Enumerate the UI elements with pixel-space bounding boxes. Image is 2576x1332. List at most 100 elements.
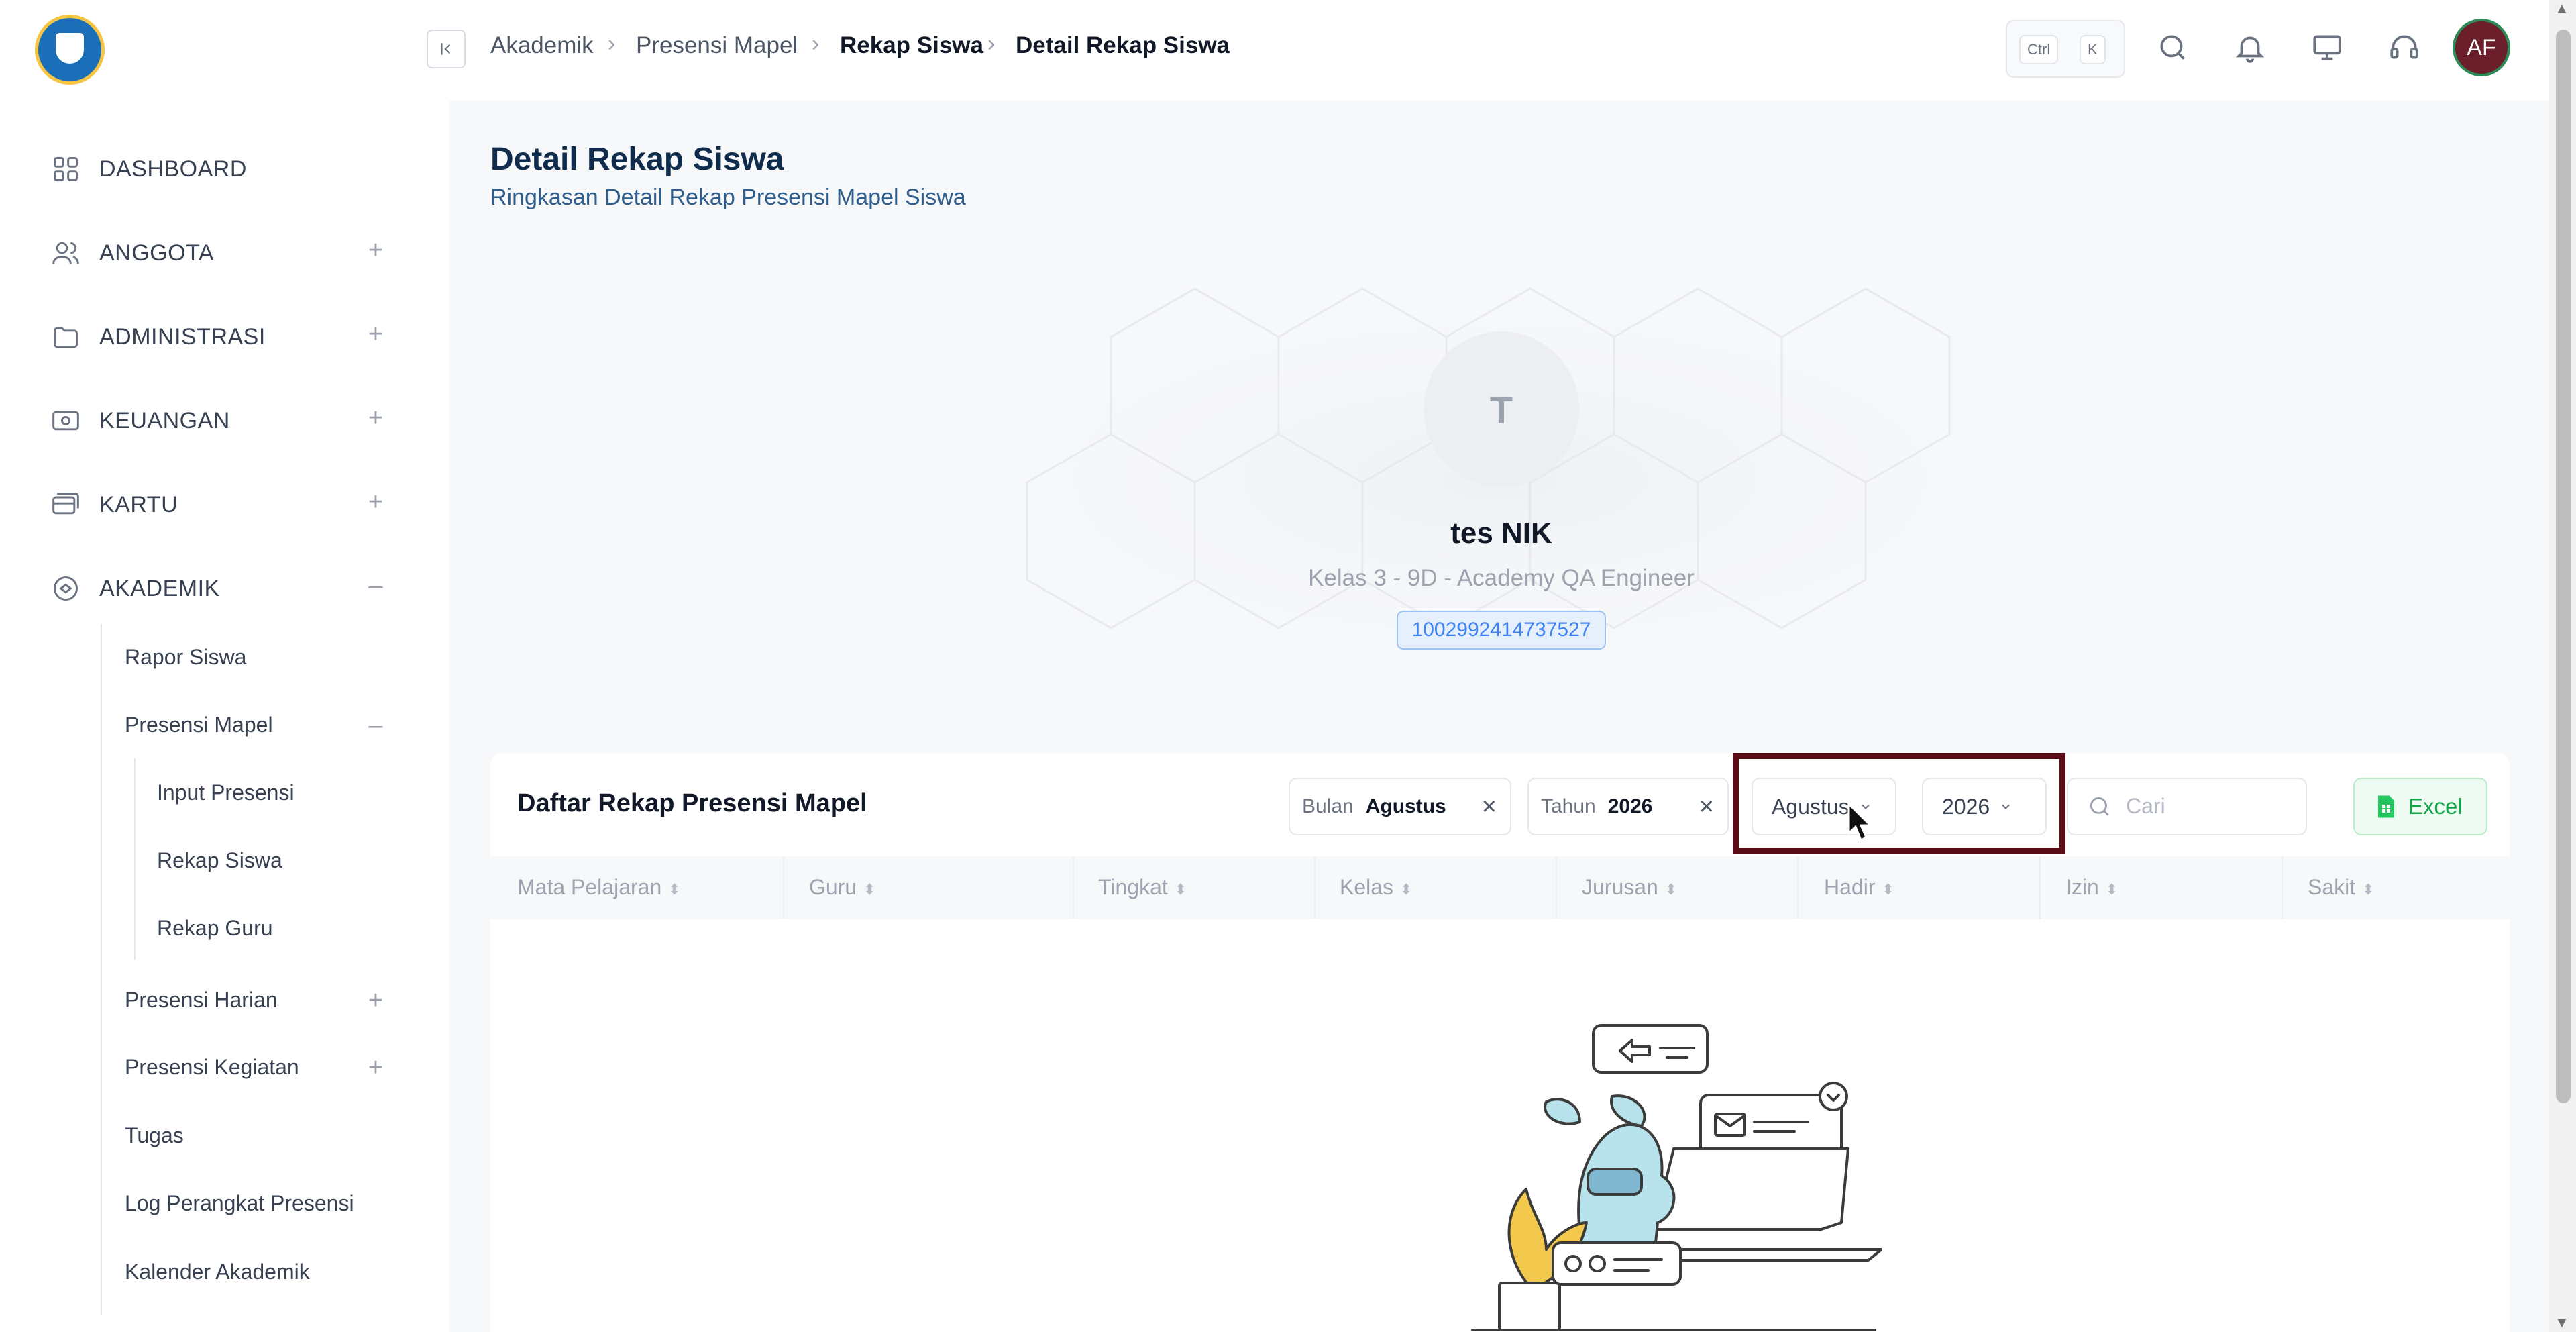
card-title: Daftar Rekap Presensi Mapel [517, 789, 867, 817]
column-header-izin[interactable]: Izin ⬍ [2065, 875, 2118, 900]
sidebar-item-presensi-harian[interactable]: Presensi Harian [125, 988, 278, 1013]
headset-icon[interactable] [2387, 31, 2421, 64]
collapse-akademik-icon[interactable]: – [366, 572, 386, 601]
column-divider [1797, 856, 1799, 919]
filter-label: Tahun [1541, 795, 1596, 817]
sidebar-item-label: KEUANGAN [99, 407, 230, 433]
export-excel-button[interactable]: Excel [2353, 778, 2487, 835]
column-header-jurusan[interactable]: Jurusan ⬍ [1582, 875, 1677, 900]
sidebar: DASHBOARD ANGGOTA + ADMINISTRASI + KEUAN… [0, 0, 451, 1332]
column-divider [1556, 856, 1557, 919]
search-field[interactable]: Cari [2067, 778, 2307, 835]
rekap-table-card: Daftar Rekap Presensi Mapel Bulan Agustu… [490, 753, 2510, 1332]
sort-icon: ⬍ [1400, 881, 1413, 898]
sidebar-item-anggota[interactable]: ANGGOTA [51, 233, 214, 273]
sidebar-item-rapor-siswa[interactable]: Rapor Siswa [125, 645, 246, 670]
sort-icon: ⬍ [668, 881, 681, 898]
command-palette-button[interactable]: Ctrl K [2006, 20, 2125, 78]
collapse-sidebar-button[interactable] [427, 30, 466, 68]
sidebar-item-kartu[interactable]: KARTU [51, 484, 178, 525]
expand-kartu-icon[interactable]: + [366, 488, 386, 517]
search-placeholder: Cari [2126, 794, 2165, 818]
spreadsheet-icon [2378, 795, 2394, 818]
sidebar-item-label: ADMINISTRASI [99, 323, 266, 350]
expand-keuangan-icon[interactable]: + [366, 404, 386, 433]
sidebar-item-presensi-mapel[interactable]: Presensi Mapel [125, 713, 273, 737]
filter-value: 2026 [1607, 795, 1653, 817]
card-icon [52, 493, 79, 515]
sort-icon: ⬍ [863, 881, 876, 898]
remove-filter-icon[interactable]: × [1482, 792, 1497, 821]
student-class: Kelas 3 - 9D - Academy QA Engineer [1308, 565, 1695, 591]
monitor-icon[interactable] [2310, 31, 2344, 64]
sidebar-item-tugas[interactable]: Tugas [125, 1123, 184, 1148]
breadcrumb-presensi-mapel[interactable]: Presensi Mapel [636, 32, 798, 59]
collapse-sidebar-icon [441, 43, 451, 55]
column-header-guru[interactable]: Guru ⬍ [809, 875, 876, 900]
user-avatar[interactable]: AF [2453, 19, 2510, 76]
remove-filter-icon[interactable]: × [1699, 792, 1714, 821]
expand-administrasi-icon[interactable]: + [366, 320, 386, 349]
money-icon [52, 411, 79, 431]
expand-presensi-harian-icon[interactable]: + [366, 986, 386, 1015]
submenu-guide-line [134, 758, 136, 960]
column-divider [1314, 856, 1316, 919]
sidebar-item-administrasi[interactable]: ADMINISTRASI [51, 317, 266, 357]
scroll-up-arrow-icon[interactable]: ▲ [2555, 0, 2569, 17]
sidebar-item-label: DASHBOARD [99, 156, 247, 182]
student-avatar: T [1424, 331, 1579, 487]
sidebar-item-kalender-akademik[interactable]: Kalender Akademik [125, 1260, 310, 1284]
sidebar-item-label: AKADEMIK [99, 575, 220, 601]
breadcrumb-separator-icon: › [608, 31, 616, 56]
submenu-guide-line [101, 624, 102, 1315]
breadcrumb-akademik[interactable]: Akademik [490, 32, 594, 59]
sidebar-item-rekap-siswa[interactable]: Rekap Siswa [157, 848, 282, 873]
sort-icon: ⬍ [2362, 881, 2375, 898]
sidebar-item-log-perangkat-presensi[interactable]: Log Perangkat Presensi [125, 1191, 354, 1216]
page-title: Detail Rekap Siswa [490, 142, 784, 177]
kbd-ctrl: Ctrl [2019, 35, 2059, 64]
mouse-cursor-icon [1847, 803, 1873, 842]
sidebar-item-keuangan[interactable]: KEUANGAN [51, 401, 230, 441]
dashboard-grid-icon [54, 157, 78, 181]
student-id-badge: 1002992414737527 [1397, 611, 1606, 650]
column-header-hadir[interactable]: Hadir ⬍ [1824, 875, 1894, 900]
sidebar-item-input-presensi[interactable]: Input Presensi [157, 780, 294, 805]
bell-icon[interactable] [2233, 31, 2267, 64]
search-icon[interactable] [2156, 31, 2190, 64]
sidebar-item-dashboard[interactable]: DASHBOARD [51, 149, 247, 189]
search-icon [2090, 797, 2109, 816]
column-header-tingkat[interactable]: Tingkat ⬍ [1098, 875, 1187, 900]
scrollbar-thumb[interactable] [2556, 30, 2571, 1103]
expand-presensi-kegiatan-icon[interactable]: + [366, 1054, 386, 1082]
folder-icon [54, 327, 78, 348]
school-logo[interactable] [35, 15, 105, 85]
sidebar-item-presensi-kegiatan[interactable]: Presensi Kegiatan [125, 1055, 299, 1080]
filter-chip-bulan: Bulan Agustus × [1289, 778, 1511, 835]
column-divider [2039, 856, 2041, 919]
breadcrumb-separator-icon: › [812, 31, 820, 56]
filter-label: Bulan [1302, 795, 1354, 817]
student-name: tes NIK [1450, 517, 1552, 550]
selection-highlight-box [1733, 753, 2065, 854]
sort-icon: ⬍ [1664, 881, 1678, 898]
sidebar-item-rekap-guru[interactable]: Rekap Guru [157, 916, 273, 941]
column-divider [1073, 856, 1074, 919]
export-excel-label: Excel [2408, 794, 2463, 819]
collapse-presensi-mapel-icon[interactable]: – [366, 711, 386, 740]
column-header-sakit[interactable]: Sakit ⬍ [2308, 875, 2375, 900]
column-header-mata-pelajaran[interactable]: Mata Pelajaran ⬍ [517, 875, 681, 900]
breadcrumb-current: Detail Rekap Siswa [1016, 32, 1230, 58]
sidebar-item-label: ANGGOTA [99, 240, 214, 266]
academic-icon [54, 576, 78, 601]
kbd-k: K [2080, 35, 2106, 64]
sidebar-item-akademik[interactable]: AKADEMIK [51, 568, 220, 609]
filter-value: Agustus [1365, 795, 1446, 817]
column-divider [2282, 856, 2283, 919]
expand-anggota-icon[interactable]: + [366, 236, 386, 265]
column-header-kelas[interactable]: Kelas ⬍ [1340, 875, 1412, 900]
sort-icon: ⬍ [1174, 881, 1187, 898]
scroll-down-arrow-icon[interactable]: ▼ [2555, 1314, 2569, 1331]
breadcrumb-rekap-siswa[interactable]: Rekap Siswa [840, 32, 983, 59]
empty-state-illustration [1471, 1024, 1882, 1331]
